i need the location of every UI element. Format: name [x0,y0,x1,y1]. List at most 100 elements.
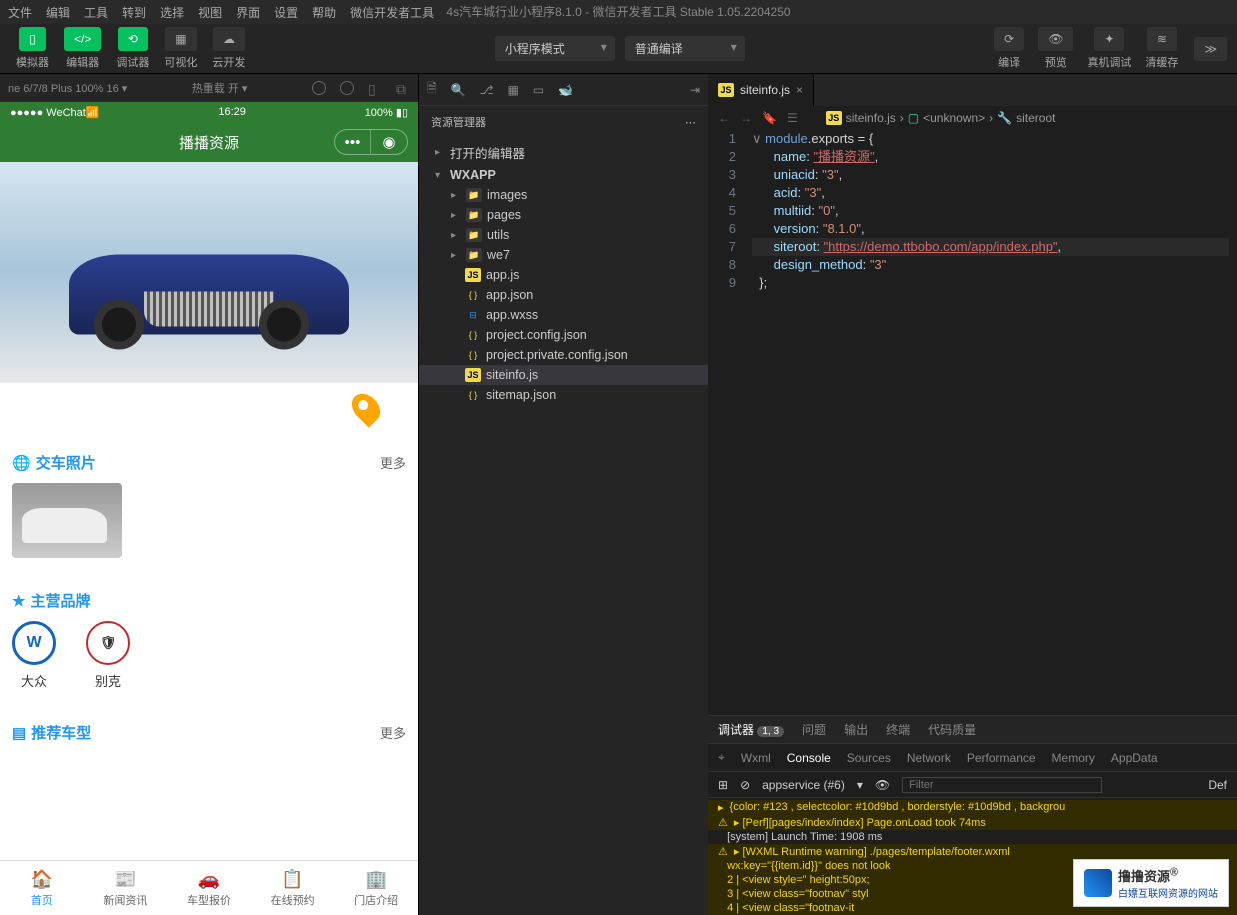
clear-cache-button[interactable]: ≋ [1147,27,1177,51]
section-recommend-more[interactable]: 更多 [380,723,406,742]
console-clear-icon[interactable]: ⊘ [740,778,750,792]
code-editor[interactable]: 123456789 ∨ module.exports = { name: "播播… [708,130,1237,715]
sim-action-4[interactable]: ⧉ [396,81,410,95]
preview-button[interactable]: 👁 [1038,27,1073,51]
hero-image[interactable] [0,162,418,382]
log-level[interactable]: Def [1208,778,1227,792]
docker-icon[interactable]: 🐋 [558,83,573,97]
tab-news[interactable]: 📰新闻资讯 [84,861,168,915]
visual-button[interactable]: ▦ [165,27,196,51]
tab-price[interactable]: 🚗车型报价 [167,861,251,915]
real-debug-button[interactable]: ✦ [1094,27,1124,51]
capsule-menu[interactable]: ••• [335,130,371,154]
delivery-thumb[interactable] [12,483,122,558]
watermark: 撸撸资源® 白嫖互联网资源的网站 [1073,859,1229,907]
compile-button[interactable]: ⟳ [994,27,1024,51]
bookmark-icon[interactable]: 🔖 [762,111,777,125]
folder-we7[interactable]: ▸📁we7 [419,245,708,265]
compile-select[interactable]: 普通编译 [625,36,745,61]
breadcrumb-file[interactable]: siteinfo.js [846,111,896,125]
editor-tab-siteinfo[interactable]: JSsiteinfo.js× [708,74,814,106]
console-toggle-icon[interactable]: ⊞ [718,778,728,792]
folder-images[interactable]: ▸📁images [419,185,708,205]
time-label: 16:29 [218,106,246,118]
open-editors-header[interactable]: ▸打开的编辑器 [419,140,708,165]
console-filter-input[interactable] [902,777,1102,793]
menu-settings[interactable]: 设置 [274,4,298,21]
breadcrumb: ←→🔖☰ JSsiteinfo.js ›▢<unknown> ›🔧siteroo… [708,106,1237,130]
console-tab-output[interactable]: 输出 [844,721,868,738]
devtool-network[interactable]: Network [907,751,951,765]
brand-buick[interactable]: 🛡别克 [86,621,130,690]
devtool-memory[interactable]: Memory [1052,751,1095,765]
debug-icon[interactable]: ▭ [533,83,544,97]
sim-action-2[interactable] [340,81,354,95]
list-icon[interactable]: ☰ [787,111,798,125]
carrier-label: ●●●●● WeChat📶 [10,106,100,119]
location-bar[interactable] [0,382,418,432]
menu-file[interactable]: 文件 [8,4,32,21]
sim-action-3[interactable]: ▯ [368,81,382,95]
breadcrumb-prop[interactable]: siteroot [1016,111,1055,125]
file-project-config[interactable]: { }project.config.json [419,325,708,345]
menu-help[interactable]: 帮助 [312,4,336,21]
search-icon[interactable]: 🔍 [451,83,466,97]
menu-ui[interactable]: 界面 [236,4,260,21]
brand-vw[interactable]: W大众 [12,621,56,690]
extensions-icon[interactable]: ▦ [507,83,518,97]
menu-goto[interactable]: 转到 [122,4,146,21]
mode-select[interactable]: 小程序模式 [495,36,615,61]
file-project-private[interactable]: { }project.private.config.json [419,345,708,365]
nav-fwd-icon[interactable]: → [740,111,752,125]
nav-back-icon[interactable]: ← [718,111,730,125]
debugger-button[interactable]: ⟲ [118,27,148,51]
visual-label: 可视化 [164,54,197,70]
devtool-wxml[interactable]: Wxml [741,751,771,765]
file-app-js[interactable]: JSapp.js [419,265,708,285]
device-select[interactable]: ne 6/7/8 Plus 100% 16 ▾ [8,82,127,95]
console-tab-terminal[interactable]: 终端 [886,721,910,738]
tab-booking[interactable]: 📋在线预约 [251,861,335,915]
console-context[interactable]: appservice (#6) [762,778,845,792]
sim-action-1[interactable] [312,81,326,95]
menu-view[interactable]: 视图 [198,4,222,21]
devtool-console[interactable]: Console [787,751,831,765]
folder-utils[interactable]: ▸📁utils [419,225,708,245]
files-icon[interactable]: 🗎 [427,79,437,100]
breadcrumb-obj[interactable]: <unknown> [923,111,985,125]
file-app-wxss[interactable]: ⊟app.wxss [419,305,708,325]
devtool-appdata[interactable]: AppData [1111,751,1158,765]
section-delivery-more[interactable]: 更多 [380,453,406,472]
console-tab-problems[interactable]: 问题 [802,721,826,738]
brand-vw-label: 大众 [21,671,47,690]
more-button[interactable]: ≫ [1194,37,1227,61]
menu-select[interactable]: 选择 [160,4,184,21]
tab-home[interactable]: 🏠首页 [0,861,84,915]
folder-pages[interactable]: ▸📁pages [419,205,708,225]
console-tab-quality[interactable]: 代码质量 [928,721,976,738]
explorer-more[interactable]: ⋯ [685,116,696,129]
tab-close-icon[interactable]: × [796,83,803,97]
simulator-label: 模拟器 [16,54,49,70]
inspect-icon[interactable]: ⌖ [718,750,725,765]
hotreload-select[interactable]: 热重载 开 ▾ [192,80,248,96]
file-siteinfo[interactable]: JSsiteinfo.js [419,365,708,385]
console-tab-debugger[interactable]: 调试器 1, 3 [718,721,784,738]
file-app-json[interactable]: { }app.json [419,285,708,305]
editor-button[interactable]: </> [64,27,101,51]
simulator-button[interactable]: ▯ [19,27,46,51]
collapse-icon[interactable]: ⇥ [690,83,700,97]
branch-icon[interactable]: ⎇ [480,83,494,97]
capsule-close[interactable]: ◉ [371,130,407,154]
tab-store[interactable]: 🏢门店介绍 [334,861,418,915]
eye-icon[interactable]: 👁 [875,778,890,792]
devtool-performance[interactable]: Performance [967,751,1036,765]
menu-tools[interactable]: 工具 [84,4,108,21]
nav-bar: 播播资源 ••• ◉ [0,122,418,162]
menu-devtools[interactable]: 微信开发者工具 [350,4,434,21]
cloud-button[interactable]: ☁ [213,27,245,51]
devtool-sources[interactable]: Sources [847,751,891,765]
file-sitemap[interactable]: { }sitemap.json [419,385,708,405]
project-root[interactable]: ▾WXAPP [419,165,708,185]
menu-edit[interactable]: 编辑 [46,4,70,21]
